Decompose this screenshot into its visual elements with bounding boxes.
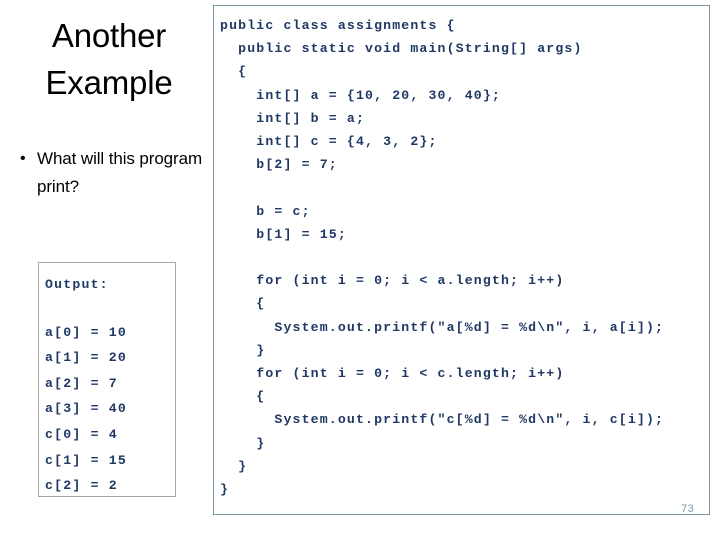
bullet-item-label: What will this program print?: [37, 149, 203, 196]
code-line: }: [220, 458, 248, 474]
output-line: c[1] = 15: [45, 452, 128, 468]
left-column: Another Example • What will this program…: [0, 0, 210, 540]
code-line: int[] b = a;: [220, 110, 366, 126]
output-panel: Output: a[0] = 10 a[1] = 20 a[2] = 7 a[3…: [38, 262, 176, 497]
output-line: a[3] = 40: [45, 401, 128, 417]
output-line: a[0] = 10: [45, 324, 128, 340]
code-line: int[] c = {4, 3, 2};: [220, 134, 438, 150]
output-heading: Output:: [45, 277, 109, 292]
code-line: }: [220, 435, 266, 451]
list-item: • What will this program print?: [20, 145, 210, 201]
code-line: b[2] = 7;: [220, 157, 338, 173]
page-number: 73: [681, 503, 694, 515]
bullet-list: • What will this program print?: [20, 145, 210, 201]
bullet-point-icon: •: [20, 150, 26, 167]
code-line: public class assignments {: [220, 18, 456, 33]
code-line: }: [220, 342, 266, 358]
code-line: for (int i = 0; i < c.length; i++): [220, 366, 565, 382]
output-line: a[2] = 7: [45, 375, 118, 391]
code-panel: public class assignments { public static…: [213, 5, 710, 515]
code-line: for (int i = 0; i < a.length; i++): [220, 273, 565, 289]
code-listing: public class assignments { public static…: [214, 6, 709, 501]
code-line: }: [220, 482, 230, 498]
code-line: {: [220, 64, 248, 80]
code-line: int[] a = {10, 20, 30, 40};: [220, 87, 501, 103]
output-line: c[0] = 4: [45, 426, 118, 442]
code-line: System.out.printf("c[%d] = %d\n", i, c[i…: [220, 412, 665, 428]
code-line: b[1] = 15;: [220, 226, 347, 242]
page-title: Another Example: [45, 17, 173, 101]
code-line: public static void main(String[] args): [220, 41, 583, 57]
output-panel-content: Output: a[0] = 10 a[1] = 20 a[2] = 7 a[3…: [39, 263, 175, 496]
output-line: a[1] = 20: [45, 350, 128, 366]
code-line: System.out.printf("a[%d] = %d\n", i, a[i…: [220, 319, 665, 335]
output-spacer: [45, 298, 175, 320]
output-line: c[2] = 2: [45, 478, 118, 494]
code-line: {: [220, 389, 266, 405]
code-line: b = c;: [220, 203, 311, 219]
code-line: {: [220, 296, 266, 312]
